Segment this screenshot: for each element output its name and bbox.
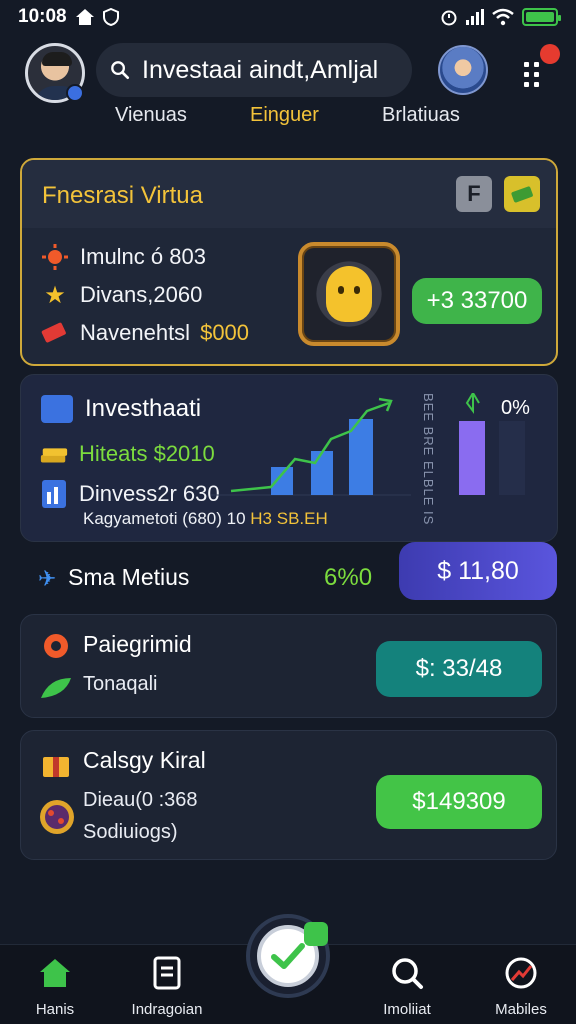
stat-row: Imulnc ó 803 — [40, 242, 206, 272]
verified-badge-icon — [66, 84, 84, 102]
featured-card[interactable]: Fnesrasi Virtua F Imulnc ó 803 ★ Divans,… — [20, 158, 558, 366]
wifi-icon — [492, 8, 514, 26]
invest-icon — [41, 395, 73, 423]
bird-icon: ✈ — [38, 566, 57, 591]
percent-label: 0% — [501, 397, 530, 419]
shield-status-icon — [102, 8, 119, 26]
chart-bar — [311, 451, 333, 495]
pizza-icon — [37, 797, 77, 837]
battery-icon — [522, 8, 561, 26]
checkmark-icon — [271, 943, 305, 969]
invest-title: Investhaati — [85, 395, 202, 422]
sun-icon — [40, 242, 70, 272]
list-item-subtitle: Dieau(0 :368 — [83, 789, 198, 811]
nav-indragoian[interactable]: Indragoian — [112, 953, 222, 1018]
nav-mabiles[interactable]: Mabiles — [466, 953, 576, 1018]
list-item-subtitle: Tonaqali — [83, 673, 158, 695]
stat-row: Navenehtsl $000 — [40, 318, 249, 348]
star-icon: ★ — [44, 281, 66, 309]
menu-button[interactable] — [520, 44, 560, 90]
cash-icon — [511, 186, 533, 203]
up-arrow-icon — [465, 393, 480, 414]
list-item-title: Calsgy Kiral — [83, 747, 206, 773]
list-item-title: Paiegrimid — [83, 631, 192, 657]
bookmark-chip[interactable]: F — [456, 176, 492, 212]
invest-chart — [211, 397, 411, 496]
list-action-button[interactable]: $: 33/48 — [376, 641, 542, 697]
search-bar[interactable] — [96, 43, 412, 97]
cash-chip[interactable] — [504, 176, 540, 212]
tab-vienuas[interactable]: Vienuas — [115, 104, 187, 127]
search-icon — [392, 958, 423, 989]
list-item[interactable]: Calsgy Kiral Dieau(0 :368 Sodiuiogs) $14… — [20, 730, 557, 860]
grid-menu-icon — [524, 62, 539, 87]
gift-icon — [39, 745, 73, 779]
mascot-icon — [326, 266, 372, 322]
list-action-button[interactable]: $149309 — [376, 775, 542, 829]
summary-title: Sma Metius — [68, 564, 190, 590]
nav-imoliiat[interactable]: Imoliiat — [352, 953, 462, 1018]
gear-icon — [39, 629, 73, 663]
status-bar: 10:08 — [0, 0, 576, 34]
clock: 10:08 — [18, 6, 67, 27]
coins-icon — [39, 439, 69, 469]
fab-badge-icon — [304, 922, 328, 946]
summary-value: 6%0 — [324, 564, 373, 591]
notification-dot — [540, 44, 560, 64]
profile-globe-avatar[interactable] — [438, 45, 488, 95]
tab-bar: Vienuas Einguer Brlatiuas — [0, 104, 576, 132]
ticket-icon — [40, 318, 70, 348]
chart-doc-icon — [39, 479, 69, 509]
home-status-icon — [75, 9, 94, 25]
list-item[interactable]: Paiegrimid Tonaqali $: 33/48 — [20, 614, 557, 718]
app-header — [0, 40, 576, 110]
chart-bar-ghost — [499, 421, 525, 495]
document-icon — [153, 956, 181, 990]
search-icon — [111, 61, 130, 80]
list-item-subtitle-2: Sodiuiogs) — [83, 821, 178, 843]
home-icon — [40, 959, 70, 987]
search-input[interactable] — [142, 55, 412, 85]
stat-row: ★ Divans,2060 — [40, 280, 202, 310]
featured-title: Fnesrasi Virtua — [42, 182, 203, 209]
nav-home[interactable]: Hanis — [0, 953, 110, 1018]
chart-bar — [271, 467, 293, 495]
chart-bar — [459, 421, 485, 495]
tab-brlatiuas[interactable]: Brlatiuas — [382, 104, 460, 127]
summary-amount-button[interactable]: $ 11,80 — [399, 542, 557, 600]
chart-circle-icon — [505, 957, 537, 989]
alarm-icon — [441, 10, 457, 26]
leaf-icon — [39, 671, 73, 705]
trophy-badge — [298, 242, 400, 346]
side-scale-text: BEE BRE ELBLE IS — [421, 393, 436, 526]
signal-icon — [466, 9, 484, 25]
tab-einguer[interactable]: Einguer — [250, 104, 319, 127]
investment-card[interactable]: Investhaati Hiteats $2010 Dinvess2r 630 … — [20, 374, 558, 542]
featured-action-button[interactable]: +3 33700 — [412, 278, 542, 324]
